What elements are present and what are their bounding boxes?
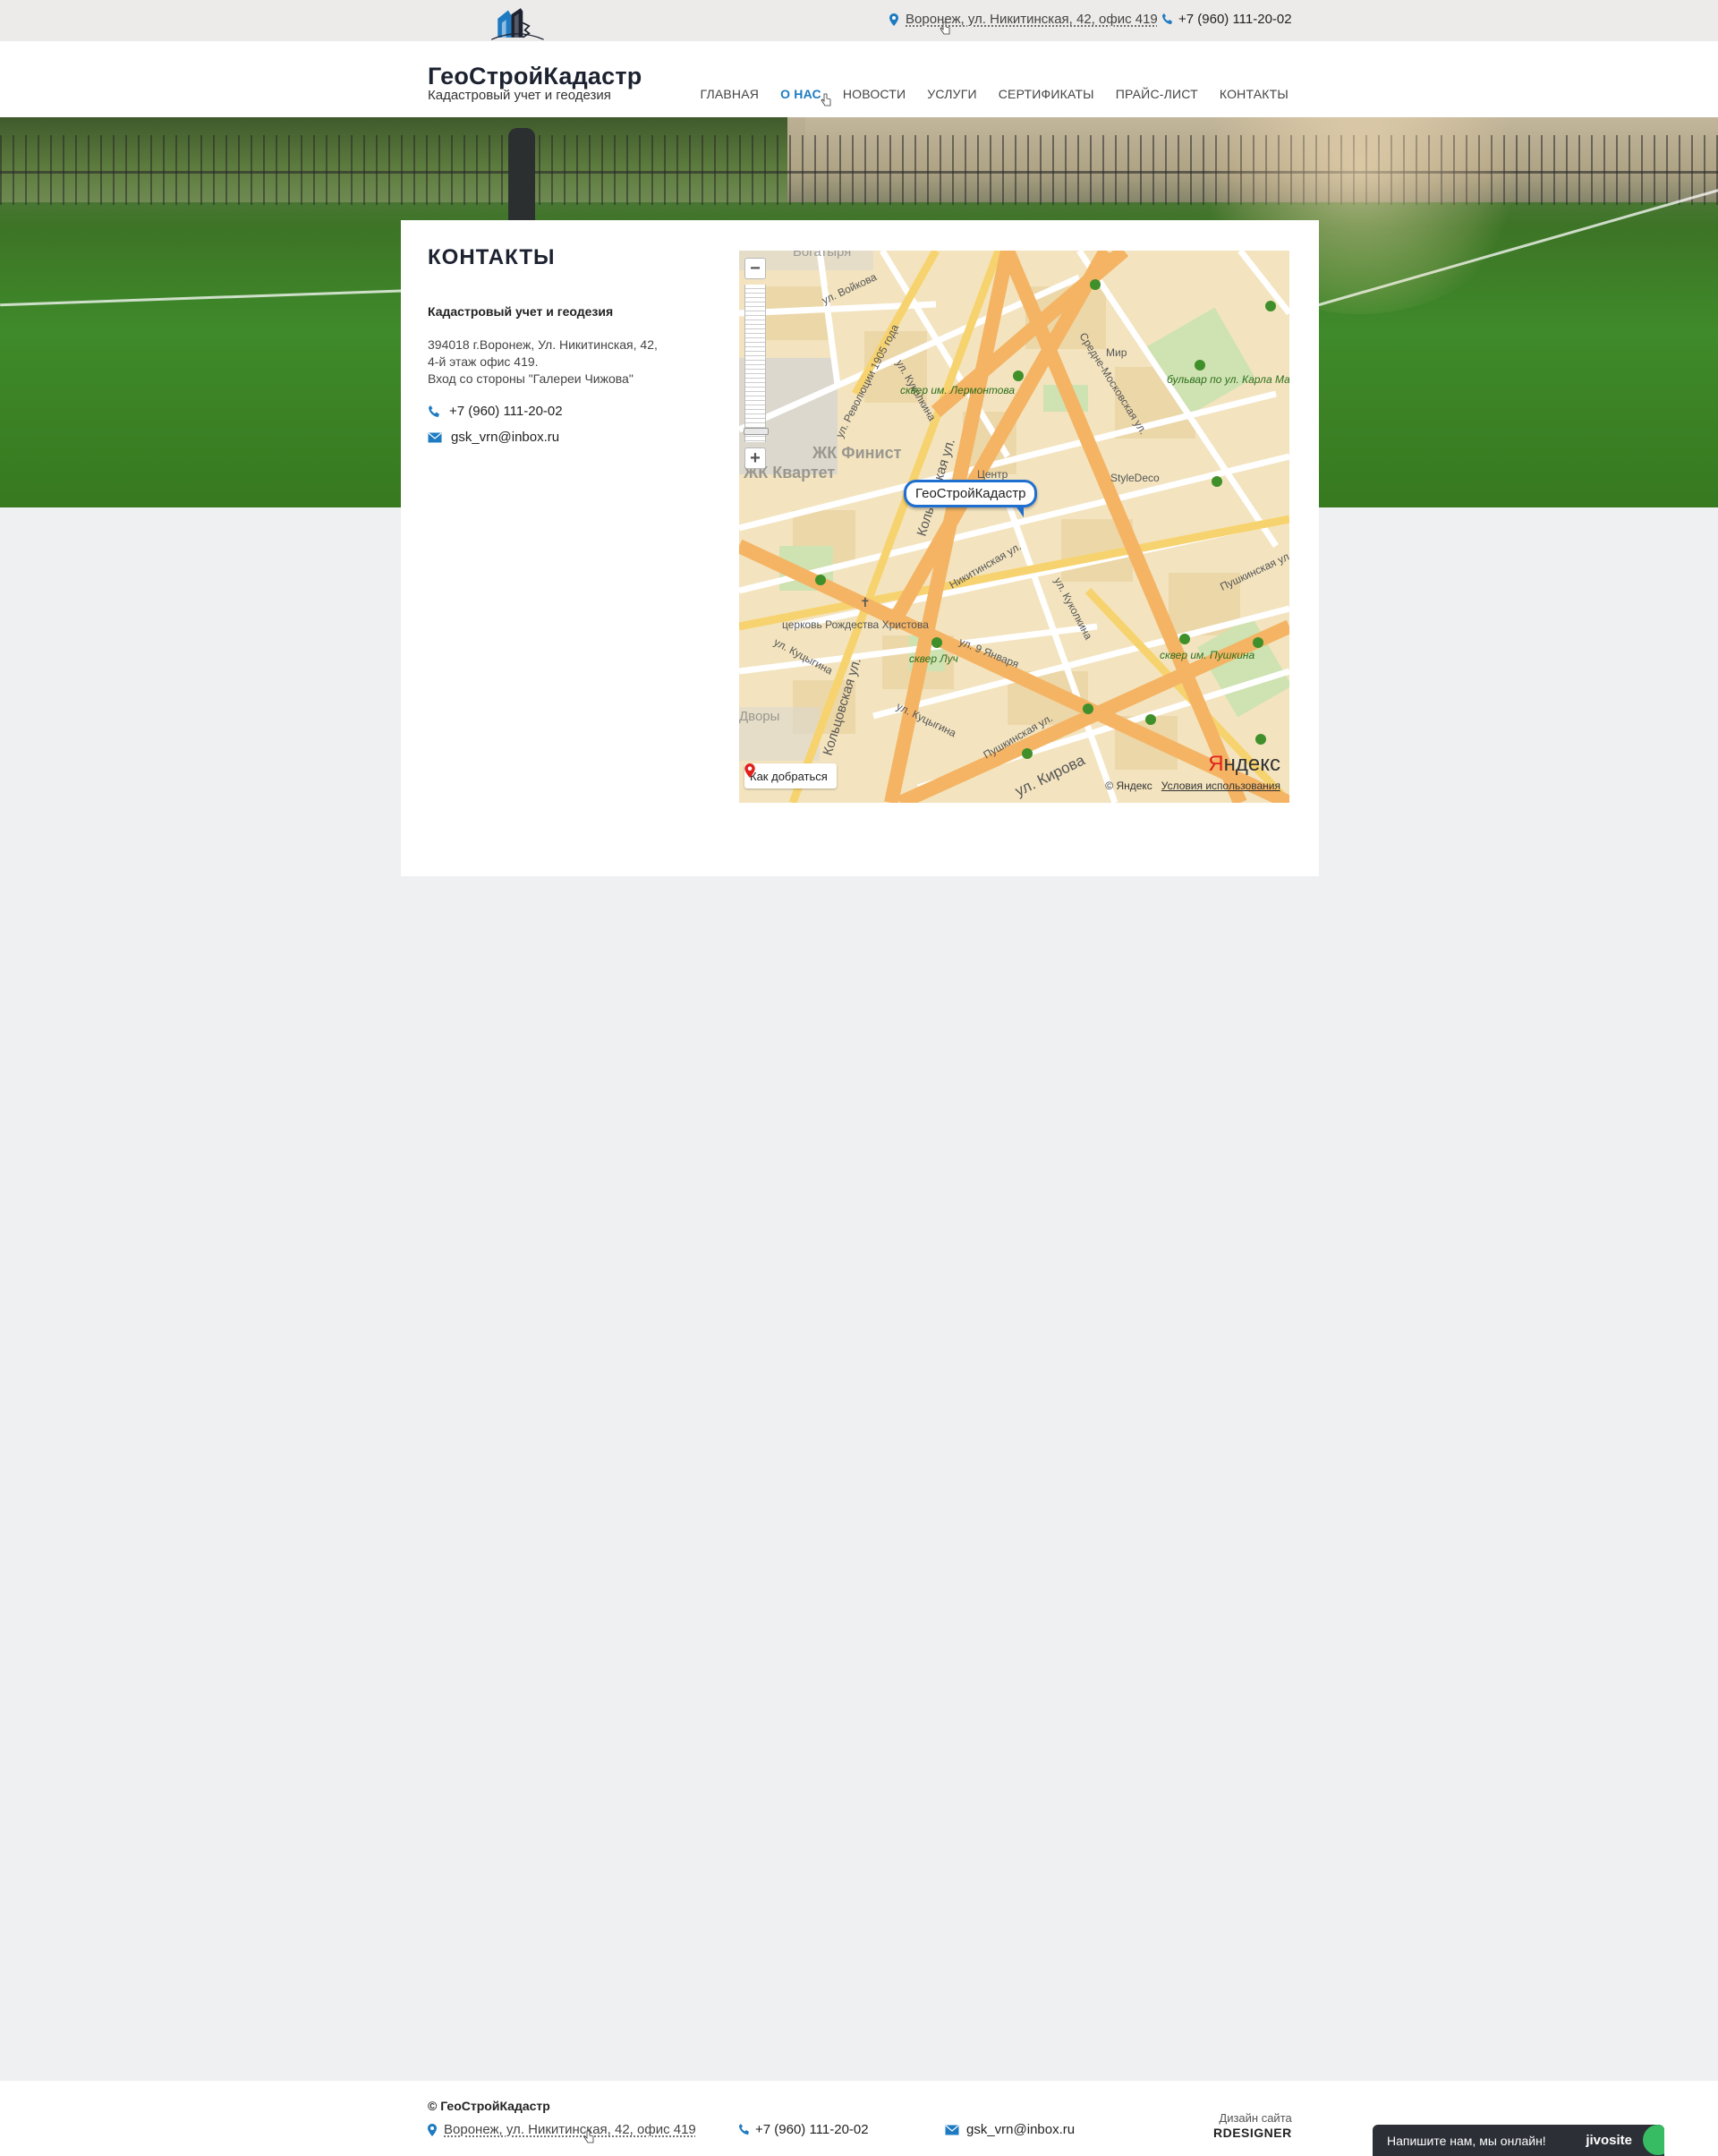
- map-label: Дворы: [739, 709, 779, 724]
- map-label: Центр: [977, 468, 1008, 481]
- phone-icon: [739, 2124, 749, 2135]
- top-bar: Воронеж, ул. Никитинская, 42, офис 419 +…: [0, 0, 1718, 41]
- chat-prompt: Напишите нам, мы онлайн!: [1387, 2133, 1546, 2148]
- topbar-phone-text: +7 (960) 111-20-02: [1178, 12, 1292, 27]
- map-terms-link[interactable]: Условия использования: [1161, 780, 1280, 792]
- zoom-out-button[interactable]: −: [744, 258, 766, 279]
- map-label: сквер им. Лермонтова: [900, 384, 1015, 396]
- topbar-phone[interactable]: +7 (960) 111-20-02: [1161, 12, 1292, 27]
- contact-address: 394018 г.Воронеж, Ул. Никитинская, 42, 4…: [428, 337, 678, 388]
- footer-phone[interactable]: +7 (960) 111-20-02: [738, 2122, 869, 2137]
- map-label: церковь Рождества Христова: [782, 618, 929, 631]
- hand-cursor-icon: [821, 93, 831, 107]
- nav-item-about[interactable]: О НАС: [780, 87, 821, 101]
- designer-brand: RDESIGNER: [1213, 2126, 1292, 2140]
- contact-email[interactable]: gsk_vrn@inbox.ru: [428, 430, 559, 445]
- svg-text:✝: ✝: [860, 595, 871, 609]
- map-zoom-control: − +: [744, 258, 769, 473]
- map-canvas[interactable]: Богатыря ул. Войкова ул. Революции 1905 …: [739, 251, 1289, 803]
- zoom-in-button[interactable]: +: [744, 447, 766, 469]
- designer-label: Дизайн сайта: [1219, 2111, 1292, 2125]
- envelope-icon: [945, 2125, 959, 2135]
- map-label: StyleDeco: [1110, 472, 1160, 484]
- footer-email[interactable]: gsk_vrn@inbox.ru: [945, 2122, 1075, 2137]
- map-label: Мир: [1106, 346, 1127, 359]
- hand-cursor-icon: [940, 21, 950, 35]
- yandex-logo-rest: ндекс: [1223, 752, 1280, 776]
- yandex-map[interactable]: Богатыря ул. Войкова ул. Революции 1905 …: [739, 251, 1289, 803]
- zoom-slider[interactable]: [744, 285, 769, 442]
- logo-subtitle: Кадастровый учет и геодезия: [428, 88, 611, 103]
- chat-brand: jivosite: [1586, 2133, 1632, 2148]
- contact-phone-text: +7 (960) 111-20-02: [449, 404, 563, 419]
- map-copyright: © Яндекс Условия использования: [1105, 780, 1280, 792]
- chat-status-icon: [1643, 2125, 1664, 2155]
- red-pin-icon: [744, 763, 755, 778]
- header: [0, 41, 1718, 117]
- address-line: 394018 г.Воронеж, Ул. Никитинская, 42,: [428, 337, 658, 352]
- company-description: Кадастровый учет и геодезия: [428, 304, 614, 319]
- footer-phone-text: +7 (960) 111-20-02: [755, 2122, 869, 2137]
- footer-email-text: gsk_vrn@inbox.ru: [966, 2122, 1076, 2137]
- address-line: Вход со стороны "Галереи Чижова": [428, 371, 634, 386]
- footer-address-link[interactable]: Воронеж, ул. Никитинская, 42, офис 419: [428, 2122, 696, 2137]
- yandex-logo: Яндекс: [1208, 752, 1280, 777]
- nav-item-contacts[interactable]: КОНТАКТЫ: [1220, 87, 1288, 101]
- field-line: [0, 288, 421, 307]
- map-label: бульвар по ул. Карла Маркса: [1167, 373, 1289, 386]
- nav-item-news[interactable]: НОВОСТИ: [843, 87, 906, 101]
- map-label: Богатыря: [793, 251, 851, 260]
- phone-icon: [1162, 13, 1172, 24]
- nav-item-services[interactable]: УСЛУГИ: [927, 87, 976, 101]
- nav-item-home[interactable]: ГЛАВНАЯ: [700, 87, 759, 101]
- logo-building-icon[interactable]: [428, 7, 634, 70]
- contact-email-text: gsk_vrn@inbox.ru: [451, 430, 560, 445]
- designer-credit[interactable]: Дизайн сайта RDESIGNER: [1213, 2111, 1292, 2141]
- topbar-address-link[interactable]: Воронеж, ул. Никитинская, 42, офис 419: [889, 12, 1158, 27]
- nav-item-price-list[interactable]: ПРАЙС-ЛИСТ: [1116, 87, 1198, 101]
- jivosite-chat-widget[interactable]: Напишите нам, мы онлайн! jivosite: [1373, 2125, 1664, 2156]
- route-button[interactable]: Как добраться: [744, 763, 837, 788]
- map-label: сквер им. Пушкина: [1160, 649, 1255, 661]
- zoom-slider-thumb[interactable]: [744, 428, 769, 435]
- page-title: КОНТАКТЫ: [428, 245, 556, 269]
- map-pin-icon: [428, 2123, 437, 2136]
- map-placemark[interactable]: ГеоСтройКадастр: [904, 480, 1038, 517]
- logo-name[interactable]: ГеоСтройКадастр: [428, 63, 642, 90]
- contacts-card: КОНТАКТЫ Кадастровый учет и геодезия 394…: [401, 220, 1319, 876]
- map-pin-icon: [889, 13, 898, 26]
- main-nav: ГЛАВНАЯ О НАС НОВОСТИ УСЛУГИ СЕРТИФИКАТЫ…: [700, 87, 1288, 101]
- yandex-logo-red: Я: [1208, 752, 1224, 776]
- envelope-icon: [428, 432, 442, 442]
- contact-phone[interactable]: +7 (960) 111-20-02: [428, 404, 563, 419]
- hero-surveyor: [508, 128, 535, 222]
- hand-cursor-icon: [583, 2130, 594, 2143]
- map-label: ЖК Финист: [812, 444, 902, 462]
- address-line: 4-й этаж офис 419.: [428, 354, 539, 369]
- phone-icon: [429, 405, 439, 417]
- map-copyright-text: © Яндекс: [1105, 780, 1152, 792]
- route-button-label: Как добраться: [750, 769, 828, 783]
- map-label: сквер Луч: [909, 652, 958, 665]
- footer-copyright: © ГеоСтройКадастр: [428, 2099, 550, 2113]
- nav-item-certificates[interactable]: СЕРТИФИКАТЫ: [999, 87, 1094, 101]
- footer-address-text[interactable]: Воронеж, ул. Никитинская, 42, офис 419: [444, 2122, 696, 2137]
